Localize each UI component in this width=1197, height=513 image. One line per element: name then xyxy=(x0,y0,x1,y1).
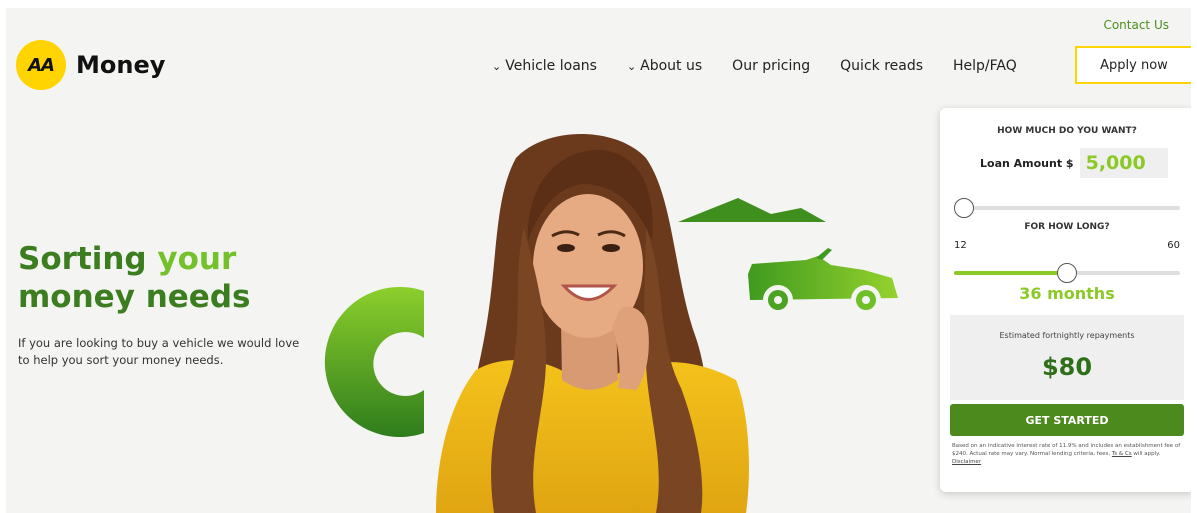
hero-title: Sorting your money needs xyxy=(18,240,250,316)
nav-quick-reads[interactable]: Quick reads xyxy=(840,58,923,74)
term-heading: FOR HOW LONG? xyxy=(1024,222,1110,232)
fineprint-mid: will apply. xyxy=(1133,451,1161,457)
nav-help-faq-label: Help/FAQ xyxy=(953,58,1017,74)
main-nav: ⌄ Vehicle loans ⌄ About us Our pricing Q… xyxy=(492,58,1017,74)
nav-about-us[interactable]: ⌄ About us xyxy=(627,58,702,74)
car-graphic xyxy=(748,248,898,315)
contact-us-link[interactable]: Contact Us xyxy=(1103,18,1169,32)
loan-term-slider-thumb[interactable] xyxy=(1057,263,1077,283)
aa-logo-badge: AA xyxy=(16,40,66,90)
loan-term-slider[interactable] xyxy=(954,263,1180,283)
apply-now-button[interactable]: Apply now xyxy=(1075,46,1191,84)
nav-our-pricing[interactable]: Our pricing xyxy=(732,58,810,74)
estimate-value: $80 xyxy=(1041,353,1093,381)
loan-amount-slider-thumb[interactable] xyxy=(954,198,974,218)
nav-our-pricing-label: Our pricing xyxy=(732,58,811,74)
estimate-label: Estimated fortnightly repayments xyxy=(999,331,1135,340)
page: Contact Us AA Money ⌄ Vehicle loans ⌄ Ab… xyxy=(6,8,1191,513)
aa-logo-badge-text: AA xyxy=(28,54,55,76)
hero-subtitle: If you are looking to buy a vehicle we w… xyxy=(18,336,300,367)
logo-text: Money xyxy=(76,51,166,79)
term-min-label: 12 xyxy=(954,240,967,251)
amount-heading: HOW MUCH DO YOU WANT? xyxy=(997,126,1137,136)
get-started-button[interactable]: GET STARTED xyxy=(950,404,1184,436)
chevron-down-icon: ⌄ xyxy=(492,59,502,73)
disclaimer-link[interactable]: Disclaimer xyxy=(952,459,981,465)
hero-title-part1: Sorting xyxy=(18,241,158,277)
loan-amount-slider[interactable] xyxy=(954,198,1180,218)
nav-vehicle-loans-label: Vehicle loans xyxy=(505,58,597,74)
fineprint: Based on an indicative interest rate of … xyxy=(952,442,1184,466)
nav-help-faq[interactable]: Help/FAQ xyxy=(953,58,1017,74)
chevron-down-icon: ⌄ xyxy=(626,59,637,73)
loan-amount-row: Loan Amount $ 5,000 xyxy=(980,148,1168,178)
hero-title-accent: your xyxy=(157,241,237,277)
nav-vehicle-loans[interactable]: ⌄ Vehicle loans xyxy=(492,58,597,74)
loan-amount-label: Loan Amount $ xyxy=(980,156,1074,170)
mountain-graphic xyxy=(678,198,826,222)
term-value: 36 months xyxy=(1019,284,1115,303)
ts-cs-link[interactable]: Ts & Cs xyxy=(1112,451,1132,457)
woman-photo xyxy=(436,134,749,513)
nav-about-us-label: About us xyxy=(640,58,703,74)
aa-money-logo[interactable]: AA Money xyxy=(16,40,165,90)
nav-quick-reads-label: Quick reads xyxy=(840,58,924,74)
hero-title-line2: money needs xyxy=(18,279,251,315)
loan-amount-input[interactable]: 5,000 xyxy=(1079,148,1168,178)
loan-term-slider-fill xyxy=(954,271,1067,275)
green-ring-graphic xyxy=(324,287,424,437)
term-max-label: 60 xyxy=(1167,240,1180,251)
loan-calculator: HOW MUCH DO YOU WANT? Loan Amount $ 5,00… xyxy=(940,108,1191,492)
estimate-panel: Estimated fortnightly repayments $80 xyxy=(950,315,1184,400)
